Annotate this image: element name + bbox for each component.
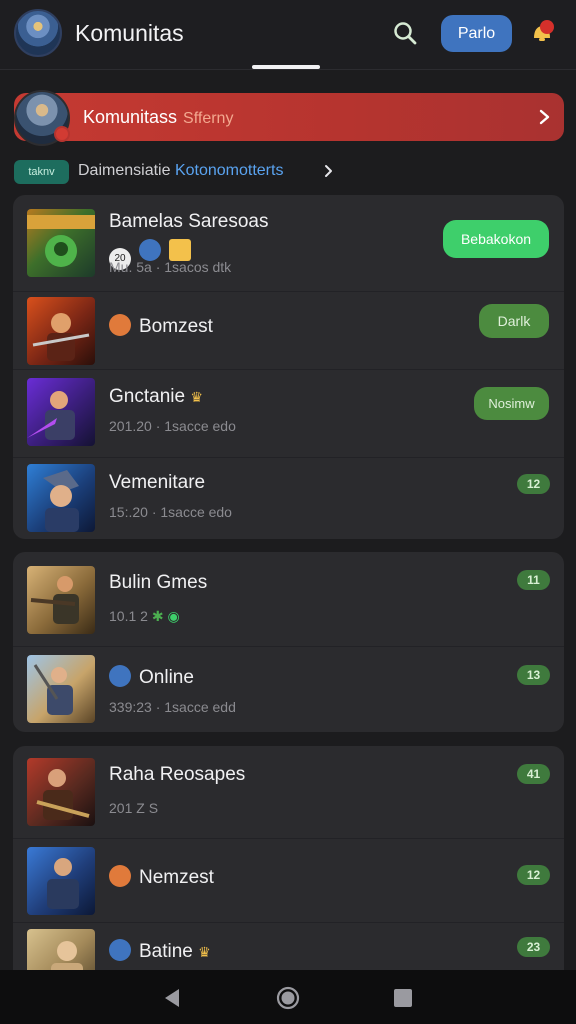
row-title-text: Batine bbox=[139, 941, 193, 962]
unread-count-badge: 13 bbox=[517, 665, 550, 685]
fire-icon bbox=[109, 865, 131, 887]
fire-icon bbox=[109, 314, 131, 336]
game-thumbnail bbox=[27, 209, 95, 277]
back-icon[interactable] bbox=[161, 986, 183, 1010]
join-button[interactable]: Bebakokon bbox=[443, 220, 549, 258]
banner-avatar bbox=[14, 90, 70, 146]
game-thumbnail bbox=[27, 566, 95, 634]
game-list-card: Bamelas Saresoas 20 Mu. 5a · 1sacos dtk … bbox=[13, 195, 564, 539]
crown-icon: ♛ bbox=[190, 389, 203, 405]
list-item[interactable]: Raha Reosapes 201 Z S 41 bbox=[13, 746, 564, 838]
app-avatar[interactable] bbox=[14, 9, 62, 57]
banner-subtitle: Sfferny bbox=[183, 110, 234, 127]
row-meta: Mu. 5a · 1sacos dtk bbox=[109, 259, 232, 275]
row-title-text: Nemzest bbox=[139, 867, 214, 888]
row-meta: 15:.20 · 1sacce edo bbox=[109, 504, 232, 520]
row-action-button[interactable]: Nosimw bbox=[474, 387, 549, 420]
globe-icon bbox=[109, 665, 131, 687]
banner-title: Komunitass Sfferny bbox=[83, 107, 233, 128]
chevron-right-icon[interactable] bbox=[535, 106, 555, 128]
list-item[interactable]: Online 339:23 · 1sacce edd 13 bbox=[13, 646, 564, 732]
list-item[interactable]: Bulin Gmes 10.1 2 ✱ ◉ 11 bbox=[13, 552, 564, 646]
row-title-text: Gnctanie bbox=[109, 386, 186, 407]
globe-icon bbox=[109, 939, 131, 961]
row-meta: 10.1 2 ✱ ◉ bbox=[109, 608, 180, 625]
page-title: Komunitas bbox=[75, 20, 184, 46]
list-item[interactable]: Nemzest 12 bbox=[13, 838, 564, 922]
row-title: Bamelas Saresoas bbox=[109, 211, 269, 232]
recents-icon[interactable] bbox=[394, 989, 412, 1007]
crown-icon: ♛ bbox=[198, 944, 211, 960]
game-thumbnail bbox=[27, 297, 95, 365]
row-meta: 201.20 · 1sacce edo bbox=[109, 418, 236, 434]
unread-count-badge: 12 bbox=[517, 865, 550, 885]
list-item[interactable]: Gnctanie ♛ 201.20 · 1sacce edo Nosimw bbox=[13, 369, 564, 457]
chevron-right-icon[interactable] bbox=[320, 162, 338, 180]
game-list-card: Raha Reosapes 201 Z S 41 Nemzest 12 Bati… bbox=[13, 746, 564, 987]
row-title: Bulin Gmes bbox=[109, 572, 208, 593]
game-thumbnail bbox=[27, 378, 95, 446]
search-icon[interactable] bbox=[390, 18, 422, 50]
game-thumbnail bbox=[27, 464, 95, 532]
section-chip[interactable]: taknv bbox=[14, 160, 69, 184]
refresh-icon: ◉ bbox=[167, 608, 180, 624]
row-meta: 339:23 · 1sacce edd bbox=[109, 699, 236, 715]
row-meta: 201 Z S bbox=[109, 800, 159, 816]
leaf-icon: ✱ bbox=[151, 608, 164, 624]
star-icon bbox=[169, 239, 191, 261]
row-meta-text: 10.1 2 bbox=[109, 608, 148, 624]
list-item[interactable]: Vemenitare 15:.20 · 1sacce edo 12 bbox=[13, 457, 564, 539]
game-thumbnail bbox=[27, 758, 95, 826]
section-link[interactable]: Kotonomotterts bbox=[175, 162, 284, 179]
row-action-button[interactable]: Darlk bbox=[479, 304, 549, 338]
unread-count-badge: 41 bbox=[517, 764, 550, 784]
game-thumbnail bbox=[27, 847, 95, 915]
header-action-button[interactable]: Parlo bbox=[441, 15, 512, 52]
row-title: Nemzest bbox=[109, 865, 214, 889]
section-heading: Daimensiatie Kotonomotterts bbox=[78, 162, 283, 180]
row-title: Raha Reosapes bbox=[109, 764, 246, 785]
home-icon[interactable] bbox=[276, 986, 300, 1010]
game-list-card: Bulin Gmes 10.1 2 ✱ ◉ 11 Online 339:23 ·… bbox=[13, 552, 564, 732]
row-title: Batine ♛ bbox=[109, 939, 211, 963]
list-item[interactable]: Bamelas Saresoas 20 Mu. 5a · 1sacos dtk … bbox=[13, 195, 564, 291]
row-title: Bomzest bbox=[109, 314, 213, 338]
row-title: Online bbox=[109, 665, 194, 689]
row-title-text: Bomzest bbox=[139, 316, 213, 337]
banner-title-text: Komunitass bbox=[83, 107, 178, 127]
row-title-text: Online bbox=[139, 667, 194, 688]
unread-count-badge: 23 bbox=[517, 937, 550, 957]
row-title: Vemenitare bbox=[109, 472, 206, 493]
live-badge bbox=[54, 126, 70, 142]
section-text: Daimensiatie bbox=[78, 162, 171, 179]
tab-indicator bbox=[252, 65, 320, 69]
row-title: Gnctanie ♛ bbox=[109, 386, 203, 408]
list-item[interactable]: Bomzest Darlk bbox=[13, 291, 564, 369]
notification-icon[interactable] bbox=[528, 18, 556, 46]
game-thumbnail bbox=[27, 655, 95, 723]
verified-icon bbox=[139, 239, 161, 261]
unread-count-badge: 12 bbox=[517, 474, 550, 494]
unread-count-badge: 11 bbox=[517, 570, 550, 590]
